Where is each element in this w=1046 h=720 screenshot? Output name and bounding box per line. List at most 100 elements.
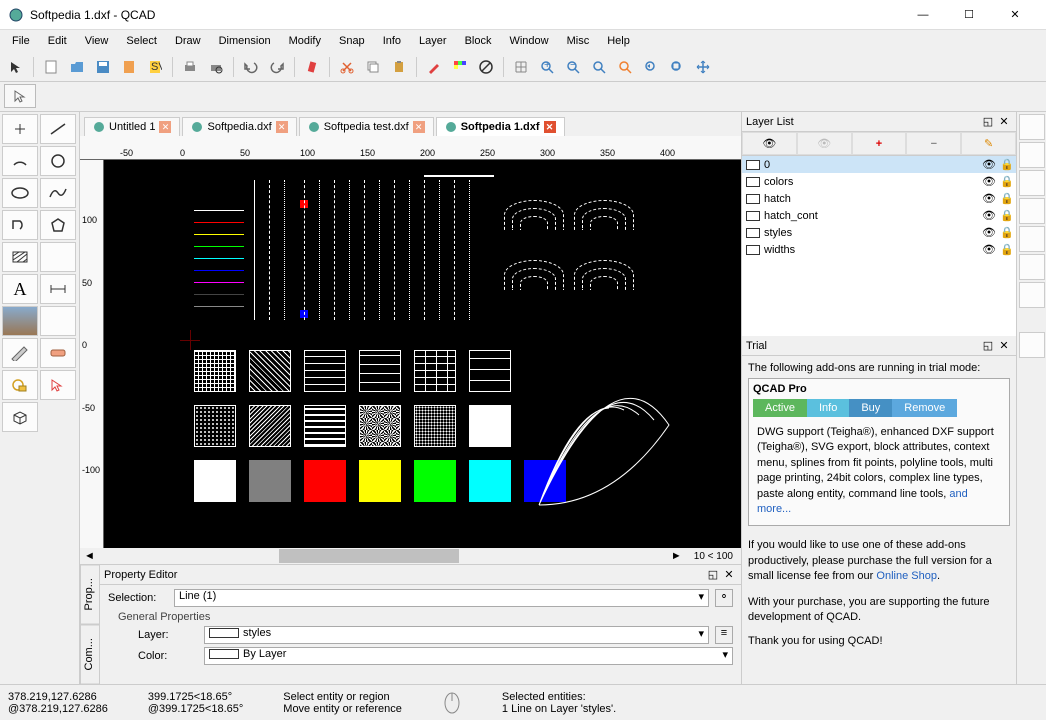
close-panel-icon[interactable]: ✕ [996,338,1012,354]
online-shop-link[interactable]: Online Shop [876,570,937,582]
lock-icon[interactable]: 🔒 [1000,192,1012,205]
save-pdf-icon[interactable] [117,55,141,79]
polyline-tool[interactable] [2,210,38,240]
menu-block[interactable]: Block [457,33,500,49]
zoom-in-icon[interactable]: + [535,55,559,79]
grid-color-icon[interactable] [448,55,472,79]
undock-icon[interactable]: ◱ [980,338,996,354]
menu-help[interactable]: Help [599,33,638,49]
selection-dropdown[interactable]: Line (1)▾ [174,589,709,607]
zoom-window-icon[interactable] [665,55,689,79]
eye-icon[interactable]: 👁 [982,243,996,256]
tab-close-icon[interactable]: ✕ [544,121,556,133]
measure-tool[interactable] [2,338,38,368]
save-icon[interactable] [91,55,115,79]
undo-icon[interactable] [239,55,263,79]
context-pointer[interactable] [4,84,36,108]
layer-show-all-icon[interactable]: 👁 [742,132,797,155]
menu-file[interactable]: File [4,33,38,49]
minimize-button[interactable]: — [900,0,946,30]
circle-tool[interactable] [40,146,76,176]
no-entry-icon[interactable] [474,55,498,79]
block-tool[interactable] [2,370,38,400]
layer-edit-icon[interactable]: ✎ [961,132,1016,155]
select-tool[interactable] [40,370,76,400]
eraser-tool[interactable] [40,338,76,368]
layer-row[interactable]: widths👁🔒 [742,241,1016,258]
zoom-selection-icon[interactable] [613,55,637,79]
blank-tool-1[interactable] [40,242,76,272]
trial-tab-info[interactable]: Info [807,399,849,417]
trial-tab-active[interactable]: Active [753,399,807,417]
lock-icon[interactable]: 🔒 [1000,226,1012,239]
layer-add-icon[interactable]: + [852,132,907,155]
trial-tab-remove[interactable]: Remove [892,399,957,417]
menu-dimension[interactable]: Dimension [211,33,279,49]
pan-icon[interactable] [691,55,715,79]
layer-hide-all-icon[interactable]: 👁 [797,132,852,155]
trial-tab-buy[interactable]: Buy [849,399,892,417]
layer-row[interactable]: hatch👁🔒 [742,190,1016,207]
tab-close-icon[interactable]: ✕ [276,121,288,133]
fr-btn-8[interactable] [1019,332,1045,358]
prop-tab-command[interactable]: Com... [80,625,100,685]
eye-icon[interactable]: 👁 [982,175,996,188]
eye-icon[interactable]: 👁 [982,192,996,205]
menu-edit[interactable]: Edit [40,33,75,49]
layer-row[interactable]: colors👁🔒 [742,173,1016,190]
close-panel-icon[interactable]: ✕ [996,114,1012,130]
tab-close-icon[interactable]: ✕ [159,121,171,133]
dimension-tool[interactable] [40,274,76,304]
arc-tool[interactable] [2,146,38,176]
eye-icon[interactable]: 👁 [982,209,996,222]
tab-softpedia-test[interactable]: Softpedia test.dxf✕ [299,117,434,136]
fr-btn-1[interactable] [1019,114,1045,140]
layer-list[interactable]: 0👁🔒 colors👁🔒 hatch👁🔒 hatch_cont👁🔒 styles… [742,156,1016,336]
hatch-tool[interactable] [2,242,38,272]
tab-softpedia-1[interactable]: Softpedia 1.dxf✕ [436,117,565,136]
3d-tool[interactable] [2,402,38,432]
line-tool[interactable] [40,114,76,144]
paste-icon[interactable] [387,55,411,79]
close-button[interactable]: ✕ [992,0,1038,30]
fr-btn-2[interactable] [1019,142,1045,168]
color-dropdown[interactable]: By Layer▾ [204,647,733,665]
tab-untitled[interactable]: Untitled 1✕ [84,117,180,136]
prop-tab-properties[interactable]: Prop... [80,565,100,625]
fr-btn-3[interactable] [1019,170,1045,196]
menu-view[interactable]: View [77,33,117,49]
fr-btn-5[interactable] [1019,226,1045,252]
menu-draw[interactable]: Draw [167,33,209,49]
print-icon[interactable] [178,55,202,79]
grid-icon[interactable] [509,55,533,79]
scrollbar-horizontal[interactable]: ◄ ► 10 < 100 [80,548,741,564]
eye-icon[interactable]: 👁 [982,158,996,171]
fr-btn-4[interactable] [1019,198,1045,224]
lock-icon[interactable]: 🔒 [1000,175,1012,188]
ellipse-tool[interactable] [2,178,38,208]
menu-snap[interactable]: Snap [331,33,373,49]
delete-icon[interactable] [300,55,324,79]
close-panel-icon[interactable]: ✕ [721,567,737,583]
menu-misc[interactable]: Misc [559,33,598,49]
blank-tool-2[interactable] [40,306,76,336]
layer-menu-btn[interactable]: ≡ [715,626,733,644]
cut-icon[interactable] [335,55,359,79]
text-tool[interactable]: A [2,274,38,304]
spline-tool[interactable] [40,178,76,208]
image-tool[interactable] [2,306,38,336]
layer-remove-icon[interactable]: − [906,132,961,155]
lock-icon[interactable]: 🔒 [1000,209,1012,222]
tab-softpedia[interactable]: Softpedia.dxf✕ [182,117,296,136]
point-tool[interactable] [2,114,38,144]
layer-row[interactable]: 0👁🔒 [742,156,1016,173]
menu-layer[interactable]: Layer [411,33,455,49]
print-preview-icon[interactable] [204,55,228,79]
open-file-icon[interactable] [65,55,89,79]
eye-icon[interactable]: 👁 [982,226,996,239]
zoom-out-icon[interactable]: − [561,55,585,79]
lock-icon[interactable]: 🔒 [1000,158,1012,171]
pen-icon[interactable] [422,55,446,79]
save-svg-icon[interactable]: SVG [143,55,167,79]
filter-btn[interactable]: ⚬ [715,589,733,607]
